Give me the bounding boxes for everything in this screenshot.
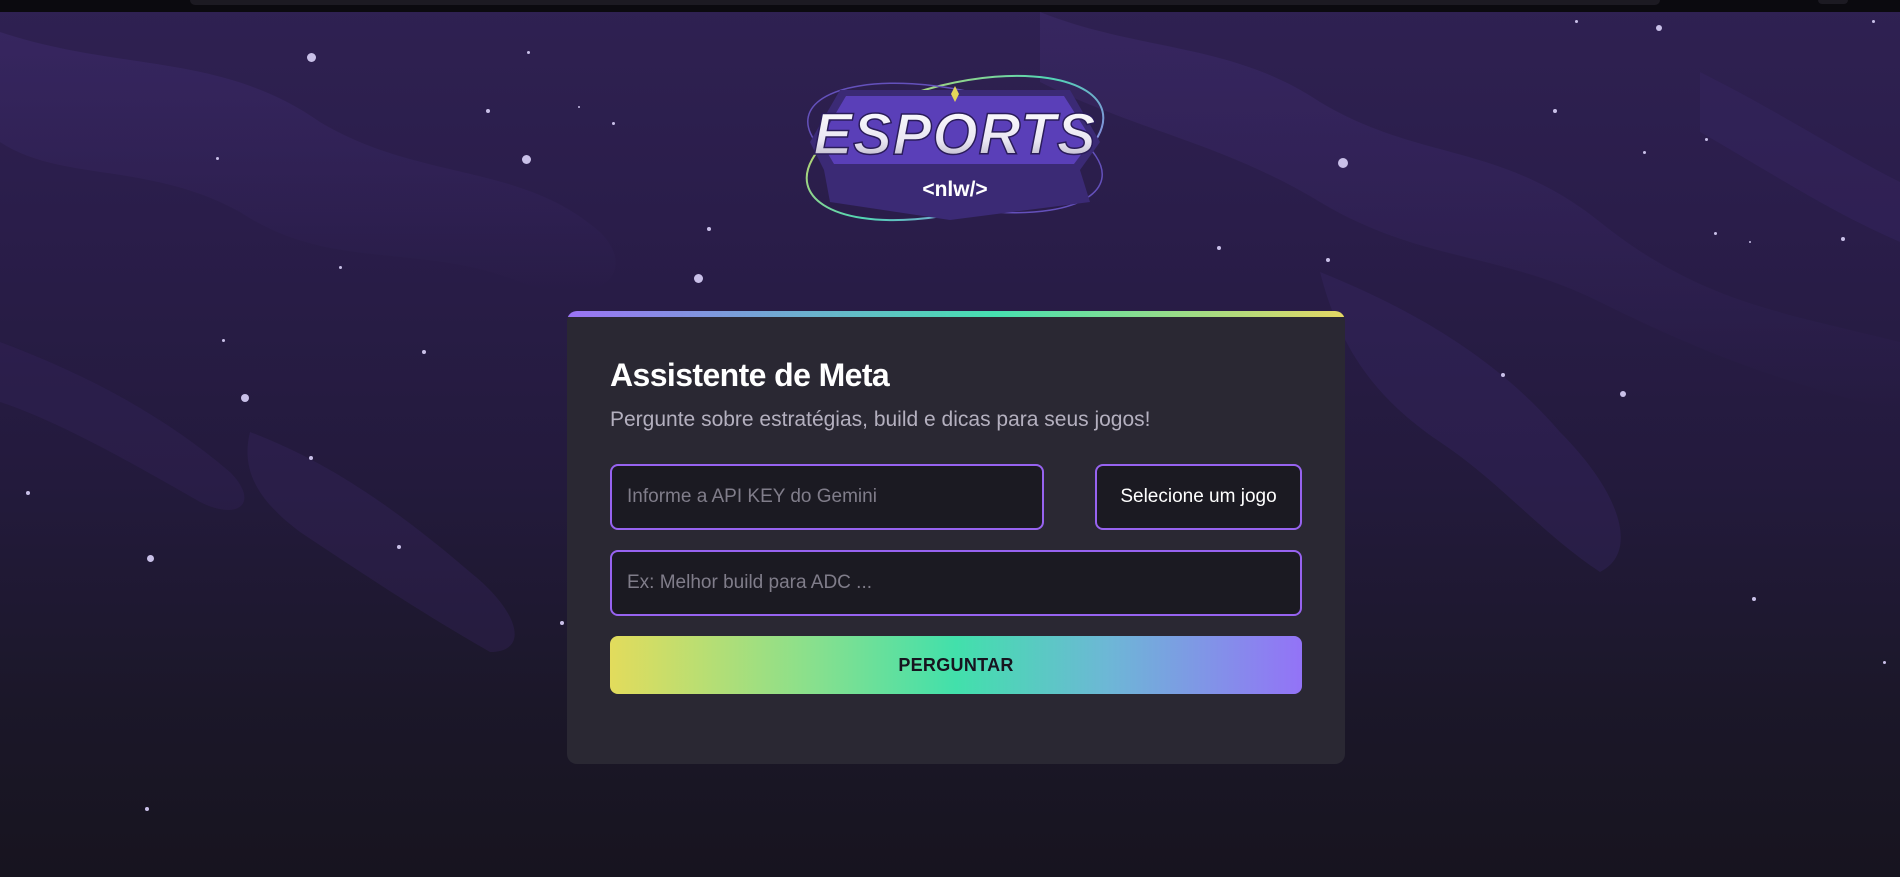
star — [397, 545, 401, 549]
star — [1338, 158, 1348, 168]
star — [1620, 391, 1626, 397]
star — [307, 53, 316, 62]
card-title: Assistente de Meta — [610, 357, 890, 393]
star — [486, 109, 490, 113]
star — [1326, 258, 1330, 262]
star — [1872, 20, 1875, 23]
star — [26, 491, 30, 495]
star — [222, 339, 225, 342]
star — [1883, 661, 1886, 664]
star — [527, 51, 530, 54]
browser-control — [1818, 0, 1848, 4]
ask-button[interactable]: PERGUNTAR — [610, 636, 1302, 694]
star — [1752, 597, 1756, 601]
star — [145, 807, 149, 811]
star — [578, 106, 580, 108]
star — [1643, 151, 1646, 154]
star — [1841, 237, 1845, 241]
star — [560, 621, 564, 625]
star — [1656, 25, 1662, 31]
api-key-input[interactable] — [610, 464, 1044, 530]
star — [1553, 109, 1557, 113]
esports-nlw-logo: ESPORTS <nlw/> — [805, 74, 1105, 222]
logo-subtext: <nlw/> — [922, 178, 987, 201]
browser-bar — [190, 0, 1660, 5]
star — [1575, 20, 1578, 23]
star — [422, 350, 426, 354]
star — [1501, 373, 1505, 377]
game-select[interactable]: Selecione um jogo — [1095, 464, 1302, 530]
star — [147, 555, 154, 562]
star — [309, 456, 313, 460]
star — [1714, 232, 1717, 235]
star — [339, 266, 342, 269]
star — [707, 227, 711, 231]
card-gradient-bar — [567, 311, 1345, 317]
star — [241, 394, 249, 402]
star — [694, 274, 703, 283]
meta-assistant-card: Assistente de Meta Pergunte sobre estrat… — [567, 311, 1345, 764]
game-select-value: Selecione um jogo — [1120, 486, 1277, 507]
star — [612, 122, 615, 125]
star — [522, 155, 531, 164]
browser-top-strip — [0, 0, 1900, 12]
star — [1217, 246, 1221, 250]
star — [1705, 138, 1708, 141]
card-subtitle: Pergunte sobre estratégias, build e dica… — [610, 408, 1151, 431]
star — [216, 157, 219, 160]
logo-wordmark: ESPORTS — [813, 102, 1096, 167]
star — [1749, 241, 1751, 243]
question-input[interactable] — [610, 550, 1302, 616]
